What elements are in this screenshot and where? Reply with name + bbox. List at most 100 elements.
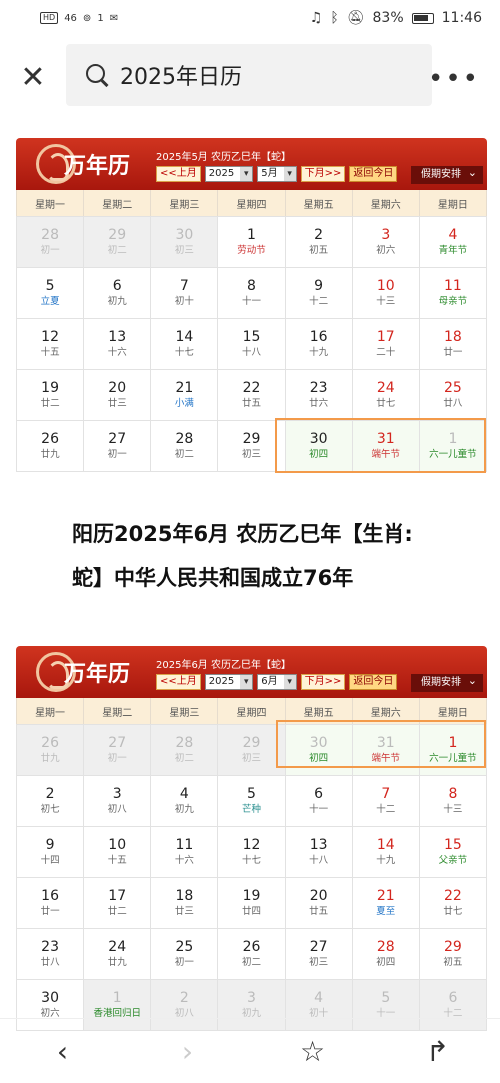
month-select[interactable]: 5月 [257, 166, 297, 182]
day-cell[interactable]: 3 初六 [352, 217, 420, 268]
holiday-select[interactable]: 假期安排 [411, 164, 483, 184]
day-cell[interactable]: 1 劳动节 [218, 217, 286, 268]
search-input[interactable]: 2025年日历 [66, 44, 432, 106]
day-cell[interactable]: 1 六一儿童节 [419, 421, 487, 472]
day-cell[interactable]: 14 十七 [151, 319, 219, 370]
day-cell[interactable]: 26 廿九 [17, 421, 85, 472]
day-cell[interactable]: 17 二十 [352, 319, 420, 370]
day-cell[interactable]: 30 初三 [151, 217, 219, 268]
day-cell[interactable]: 19 廿二 [17, 370, 85, 421]
lunar-label: 六一儿童节 [429, 753, 477, 764]
day-cell[interactable]: 27 初一 [84, 421, 152, 472]
day-cell[interactable]: 28 初一 [17, 217, 85, 268]
close-icon[interactable]: ✕ [0, 44, 66, 110]
day-cell[interactable]: 4 青年节 [419, 217, 487, 268]
holiday-select[interactable]: 假期安排 [411, 672, 483, 692]
day-cell[interactable]: 6 初九 [84, 268, 152, 319]
day-cell[interactable]: 11 母亲节 [419, 268, 487, 319]
day-cell[interactable]: 13 十八 [285, 827, 353, 878]
day-cell[interactable]: 28 初二 [151, 725, 219, 776]
day-cell[interactable]: 7 十二 [352, 776, 420, 827]
day-cell[interactable]: 16 廿一 [17, 878, 85, 929]
day-cell[interactable]: 3 初八 [84, 776, 152, 827]
day-cell[interactable]: 12 十七 [218, 827, 286, 878]
lunar-label: 初五 [443, 957, 463, 968]
year-select[interactable]: 2025 [204, 674, 254, 690]
forward-icon[interactable]: › [158, 1035, 218, 1068]
day-cell[interactable]: 5 芒种 [218, 776, 286, 827]
share-icon[interactable]: ↱ [408, 1035, 468, 1068]
day-cell[interactable]: 9 十四 [17, 827, 85, 878]
day-cell[interactable]: 10 十三 [352, 268, 420, 319]
prev-month-button[interactable]: <<上月 [156, 166, 201, 182]
next-month-button[interactable]: 下月>> [300, 166, 346, 182]
day-cell[interactable]: 19 廿四 [218, 878, 286, 929]
today-button[interactable]: 返回今日 [349, 674, 398, 690]
day-cell[interactable]: 21 小满 [151, 370, 219, 421]
day-cell[interactable]: 4 初九 [151, 776, 219, 827]
day-cell[interactable]: 23 廿六 [285, 370, 353, 421]
day-cell[interactable]: 15 十八 [218, 319, 286, 370]
day-cell[interactable]: 27 初三 [285, 929, 353, 980]
wechat-icon: ✉ [109, 12, 119, 24]
day-cell[interactable]: 17 廿二 [84, 878, 152, 929]
prev-month-button[interactable]: <<上月 [156, 674, 201, 690]
day-cell[interactable]: 23 廿八 [17, 929, 85, 980]
day-cell[interactable]: 30 初四 [285, 421, 353, 472]
more-options-icon[interactable]: ••• [428, 64, 480, 94]
day-cell[interactable]: 25 初一 [151, 929, 219, 980]
day-cell[interactable]: 24 廿九 [84, 929, 152, 980]
day-cell[interactable]: 26 初二 [218, 929, 286, 980]
day-cell[interactable]: 20 廿五 [285, 878, 353, 929]
day-cell[interactable]: 24 廿七 [352, 370, 420, 421]
day-cell[interactable]: 5 立夏 [17, 268, 85, 319]
day-cell[interactable]: 29 初五 [419, 929, 487, 980]
calendar-june: 万年历 2025年6月 农历乙巳年【蛇】 <<上月 2025 6月 下月>> 返… [16, 646, 487, 1031]
day-cell[interactable]: 26 廿九 [17, 725, 85, 776]
star-icon[interactable]: ☆ [283, 1035, 343, 1068]
day-cell[interactable]: 22 廿七 [419, 878, 487, 929]
day-cell[interactable]: 2 初五 [285, 217, 353, 268]
day-cell[interactable]: 21 夏至 [352, 878, 420, 929]
day-cell[interactable]: 15 父亲节 [419, 827, 487, 878]
day-cell[interactable]: 11 十六 [151, 827, 219, 878]
day-cell[interactable]: 8 十三 [419, 776, 487, 827]
lunar-label: 初一 [107, 449, 127, 460]
lunar-label: 十八 [309, 855, 329, 866]
month-select[interactable]: 6月 [257, 674, 297, 690]
day-cell[interactable]: 18 廿一 [419, 319, 487, 370]
lunar-label: 母亲节 [438, 296, 468, 307]
day-cell[interactable]: 8 十一 [218, 268, 286, 319]
day-cell[interactable]: 14 十九 [352, 827, 420, 878]
day-cell[interactable]: 30 初四 [285, 725, 353, 776]
day-cell[interactable]: 18 廿三 [151, 878, 219, 929]
back-icon[interactable]: ‹ [33, 1035, 93, 1068]
day-cell[interactable]: 20 廿三 [84, 370, 152, 421]
day-cell[interactable]: 27 初一 [84, 725, 152, 776]
day-cell[interactable]: 1 六一儿童节 [419, 725, 487, 776]
day-cell[interactable]: 16 十九 [285, 319, 353, 370]
day-cell[interactable]: 31 端午节 [352, 725, 420, 776]
day-cell[interactable]: 6 十一 [285, 776, 353, 827]
lunar-label: 十二 [309, 296, 329, 307]
next-month-button[interactable]: 下月>> [300, 674, 346, 690]
day-cell[interactable]: 9 十二 [285, 268, 353, 319]
day-number: 14 [376, 837, 395, 853]
day-cell[interactable]: 29 初三 [218, 725, 286, 776]
day-number: 8 [448, 786, 458, 802]
day-cell[interactable]: 7 初十 [151, 268, 219, 319]
year-select[interactable]: 2025 [204, 166, 254, 182]
day-number: 2 [179, 990, 189, 1006]
day-cell[interactable]: 29 初二 [84, 217, 152, 268]
day-cell[interactable]: 22 廿五 [218, 370, 286, 421]
day-cell[interactable]: 29 初三 [218, 421, 286, 472]
today-button[interactable]: 返回今日 [349, 166, 398, 182]
day-cell[interactable]: 13 十六 [84, 319, 152, 370]
day-cell[interactable]: 10 十五 [84, 827, 152, 878]
day-cell[interactable]: 31 端午节 [352, 421, 420, 472]
day-cell[interactable]: 28 初二 [151, 421, 219, 472]
day-cell[interactable]: 12 十五 [17, 319, 85, 370]
day-cell[interactable]: 25 廿八 [419, 370, 487, 421]
day-cell[interactable]: 2 初七 [17, 776, 85, 827]
day-cell[interactable]: 28 初四 [352, 929, 420, 980]
